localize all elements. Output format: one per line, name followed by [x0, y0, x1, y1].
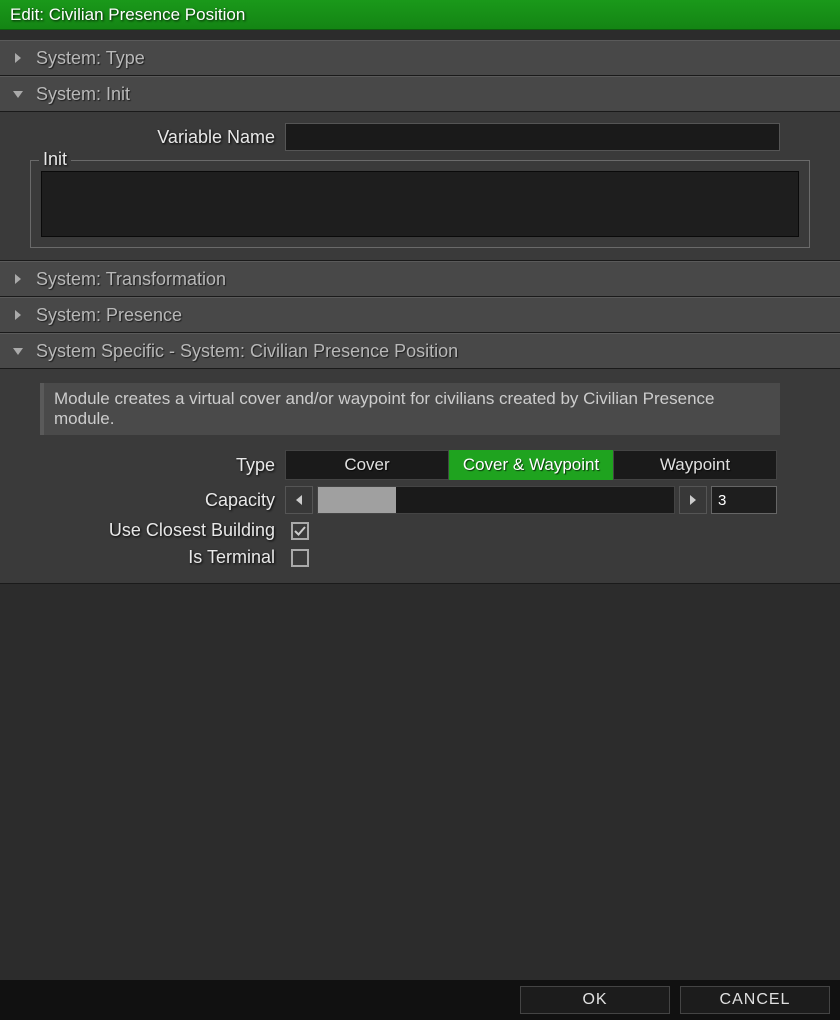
- type-label: Type: [0, 455, 285, 476]
- type-segmented: Cover Cover & Waypoint Waypoint: [285, 450, 777, 480]
- use-closest-checkbox[interactable]: [291, 522, 309, 540]
- section-body-specific: Module creates a virtual cover and/or wa…: [0, 369, 840, 584]
- section-header-transformation[interactable]: System: Transformation: [0, 261, 840, 297]
- init-fieldset: Init: [30, 160, 810, 248]
- section-body-init: Variable Name Init: [0, 112, 840, 261]
- variable-name-label: Variable Name: [0, 127, 285, 148]
- chevron-right-icon: [8, 274, 28, 284]
- ok-button[interactable]: OK: [520, 986, 670, 1014]
- footer: OK CANCEL: [0, 980, 840, 1020]
- is-terminal-checkbox[interactable]: [291, 549, 309, 567]
- triangle-right-icon: [688, 495, 698, 505]
- init-legend: Init: [39, 149, 71, 170]
- row-variable-name: Variable Name: [0, 120, 840, 154]
- chevron-right-icon: [8, 53, 28, 63]
- chevron-right-icon: [8, 310, 28, 320]
- type-option-cover-waypoint[interactable]: Cover & Waypoint: [449, 450, 613, 480]
- capacity-label: Capacity: [0, 490, 285, 511]
- content-area: System: Type System: Init Variable Name …: [0, 40, 840, 980]
- capacity-slider-track[interactable]: [317, 486, 675, 514]
- capacity-decrease-button[interactable]: [285, 486, 313, 514]
- row-capacity: Capacity: [0, 483, 840, 517]
- init-textarea[interactable]: [41, 171, 799, 237]
- section-label-init: System: Init: [36, 84, 130, 105]
- section-header-type[interactable]: System: Type: [0, 40, 840, 76]
- title-bar: Edit: Civilian Presence Position: [0, 0, 840, 30]
- section-label-presence: System: Presence: [36, 305, 182, 326]
- type-option-cover[interactable]: Cover: [285, 450, 449, 480]
- row-type: Type Cover Cover & Waypoint Waypoint: [0, 447, 840, 483]
- window-title: Edit: Civilian Presence Position: [10, 5, 245, 25]
- section-header-specific[interactable]: System Specific - System: Civilian Prese…: [0, 333, 840, 369]
- row-is-terminal: Is Terminal: [0, 544, 840, 571]
- chevron-down-icon: [8, 89, 28, 99]
- capacity-value-input[interactable]: [711, 486, 777, 514]
- section-label-specific: System Specific - System: Civilian Prese…: [36, 341, 458, 362]
- capacity-slider: [285, 486, 777, 514]
- type-option-waypoint[interactable]: Waypoint: [613, 450, 777, 480]
- capacity-slider-fill: [318, 487, 396, 513]
- module-description: Module creates a virtual cover and/or wa…: [40, 383, 780, 435]
- section-header-init[interactable]: System: Init: [0, 76, 840, 112]
- row-use-closest: Use Closest Building: [0, 517, 840, 544]
- check-icon: [294, 525, 306, 537]
- section-header-presence[interactable]: System: Presence: [0, 297, 840, 333]
- capacity-increase-button[interactable]: [679, 486, 707, 514]
- chevron-down-icon: [8, 346, 28, 356]
- cancel-button[interactable]: CANCEL: [680, 986, 830, 1014]
- triangle-left-icon: [294, 495, 304, 505]
- section-label-type: System: Type: [36, 48, 145, 69]
- variable-name-input[interactable]: [285, 123, 780, 151]
- section-label-transformation: System: Transformation: [36, 269, 226, 290]
- use-closest-label: Use Closest Building: [0, 520, 285, 541]
- is-terminal-label: Is Terminal: [0, 547, 285, 568]
